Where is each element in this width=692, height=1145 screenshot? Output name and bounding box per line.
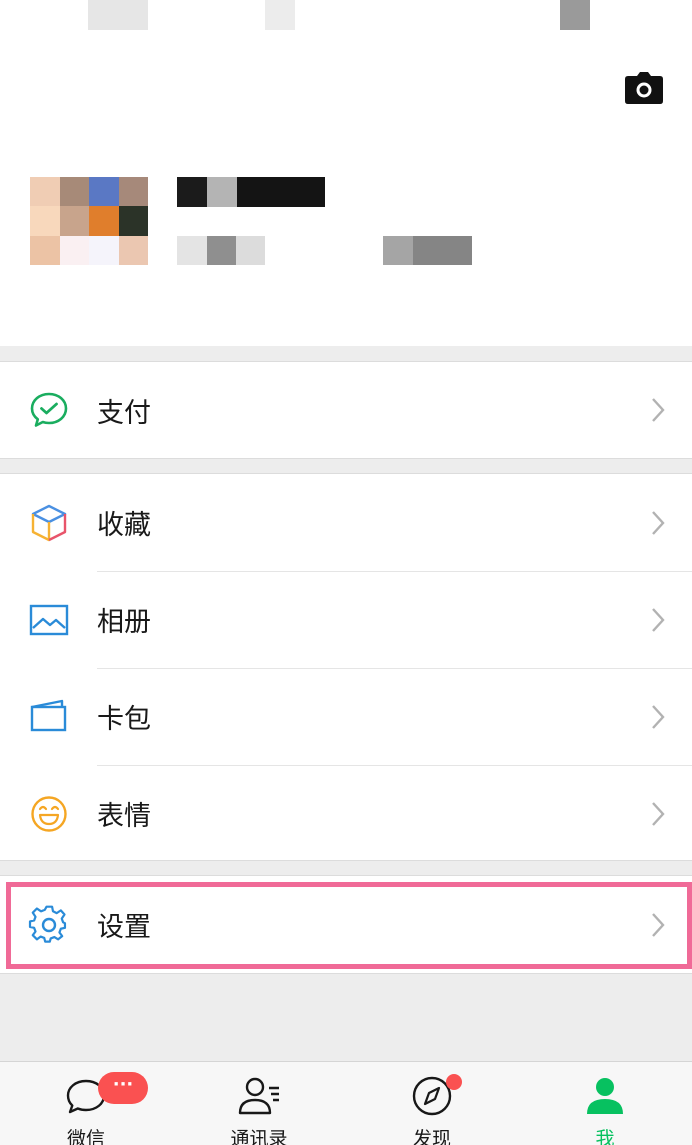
bottom-tab-bar: 微信 通讯录 发现 我 bbox=[0, 1061, 692, 1145]
avatar[interactable] bbox=[30, 177, 148, 265]
tab-label: 通讯录 bbox=[230, 1128, 288, 1145]
menu-item-album[interactable]: 相册 bbox=[0, 571, 692, 668]
tab-contacts[interactable]: 通讯录 bbox=[199, 1062, 319, 1145]
menu-item-label: 相册 bbox=[97, 607, 151, 638]
sticker-smile-icon bbox=[31, 795, 67, 832]
chevron-right-icon bbox=[652, 704, 665, 729]
unread-badge: ··· bbox=[98, 1072, 148, 1104]
favorites-cube-icon bbox=[31, 504, 67, 541]
tab-label: 微信 bbox=[66, 1128, 105, 1145]
nickname-blurred bbox=[177, 177, 325, 207]
menu-group-settings: 设置 bbox=[0, 875, 692, 974]
menu-group-main: 收藏 相册 卡包 表情 bbox=[0, 473, 692, 861]
tab-discover[interactable]: 发现 bbox=[372, 1062, 492, 1145]
menu-item-label: 表情 bbox=[97, 801, 151, 832]
menu-item-favorites[interactable]: 收藏 bbox=[0, 474, 692, 571]
menu-item-label: 设置 bbox=[97, 912, 151, 943]
menu-item-pay[interactable]: 支付 bbox=[0, 362, 692, 458]
chevron-right-icon bbox=[652, 801, 665, 826]
menu-item-settings[interactable]: 设置 bbox=[0, 876, 692, 973]
status-bar-blur bbox=[265, 0, 295, 30]
chevron-right-icon bbox=[652, 607, 665, 632]
menu-item-label: 收藏 bbox=[97, 510, 151, 541]
gear-icon bbox=[28, 905, 67, 943]
chevron-right-icon bbox=[652, 398, 665, 422]
card-wallet-icon bbox=[30, 699, 67, 731]
tab-label: 我 bbox=[595, 1128, 615, 1145]
camera-icon[interactable] bbox=[625, 72, 663, 104]
menu-group-pay: 支付 bbox=[0, 361, 692, 459]
contacts-person-icon bbox=[238, 1077, 279, 1115]
me-person-icon bbox=[587, 1078, 623, 1114]
wechat-id-blurred bbox=[177, 236, 265, 265]
tab-label: 发现 bbox=[412, 1128, 451, 1145]
profile-header[interactable] bbox=[0, 0, 692, 346]
status-bar-blur bbox=[88, 0, 148, 30]
qr-code-blurred[interactable] bbox=[383, 236, 472, 265]
discover-red-dot bbox=[446, 1074, 462, 1090]
menu-item-label: 支付 bbox=[97, 397, 151, 429]
wechat-pay-icon bbox=[30, 392, 68, 427]
menu-item-label: 卡包 bbox=[97, 704, 151, 735]
album-picture-icon bbox=[29, 604, 69, 635]
status-bar-blur bbox=[560, 0, 590, 30]
chevron-right-icon bbox=[652, 510, 665, 535]
menu-item-stickers[interactable]: 表情 bbox=[0, 765, 692, 862]
tab-me[interactable]: 我 bbox=[545, 1062, 665, 1145]
menu-item-cards[interactable]: 卡包 bbox=[0, 668, 692, 765]
chevron-right-icon bbox=[652, 912, 665, 937]
